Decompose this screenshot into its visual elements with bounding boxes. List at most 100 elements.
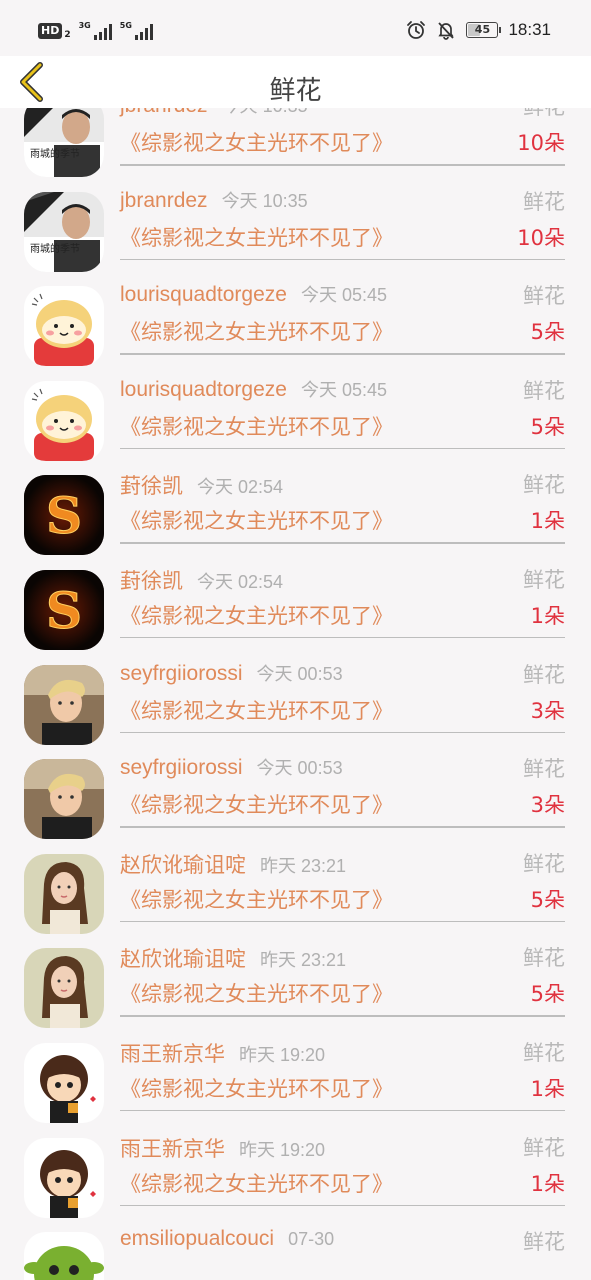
hd-badge: HD (38, 23, 63, 39)
book-title-link[interactable]: 《综影视之女主光环不见了》 (120, 1073, 393, 1103)
record-row[interactable]: 赵欣讹瑜诅啶 昨天 23:21 鲜花 《综影视之女主光环不见了》 5朵 (0, 835, 591, 930)
signal-5g: 5G (120, 22, 153, 40)
username-text: seyfrgiiorossi (120, 661, 243, 685)
flower-count: 1朵 (530, 603, 565, 628)
blond-man-avatar[interactable] (24, 665, 104, 745)
book-title-link[interactable]: 《综影视之女主光环不见了》 (120, 884, 393, 914)
battery-icon: 45 (466, 22, 502, 38)
username-text: seyfrgiiorossi (120, 756, 243, 780)
username[interactable]: seyfrgiiorossi 今天 00:53 (120, 660, 343, 686)
flower-count: 5朵 (530, 414, 565, 439)
row-divider (120, 447, 565, 450)
timestamp: 07-30 (288, 1229, 335, 1250)
flower-count: 5朵 (530, 887, 565, 912)
record-row[interactable]: 葑徐凯 今天 02:54 鲜花 《综影视之女主光环不见了》 1朵 (0, 456, 591, 551)
page-title: 鲜花 (269, 76, 322, 106)
timestamp: 今天 00:53 (256, 663, 343, 684)
timestamp: 昨天 23:21 (260, 855, 347, 876)
green-monster-avatar[interactable] (24, 1232, 104, 1280)
record-row[interactable]: emsiliopualcouci 07-30 鲜花 (0, 1213, 591, 1280)
book-title-link[interactable]: 《综影视之女主光环不见了》 (120, 1168, 393, 1198)
flower-count: 1朵 (530, 1076, 565, 1101)
gift-type-label: 鲜花 (523, 378, 565, 403)
woman-portrait-avatar[interactable] (24, 948, 104, 1028)
record-row[interactable]: lourisquadtorgeze 今天 05:45 鲜花《综影视之女主光环不见了》… (0, 267, 591, 362)
username-text: lourisquadtorgeze (120, 377, 287, 401)
gift-type-label: 鲜花 (523, 1040, 565, 1065)
username-text: 雨王新京华 (120, 1042, 225, 1066)
signal-bars-icon (134, 24, 153, 40)
fire-letter-avatar[interactable] (24, 475, 104, 555)
record-row[interactable]: 雨王新京华 昨天 19:20 鲜花《综影视之女主光环不见了》 1朵 (0, 1024, 591, 1119)
book-title-link[interactable]: 《综影视之女主光环不见了》 (120, 978, 393, 1008)
fire-letter-avatar[interactable] (24, 570, 104, 650)
username[interactable]: 葑徐凯 今天 02:54 (120, 470, 283, 500)
gift-type-label: 鲜花 (523, 757, 565, 782)
clock: 18:31 (508, 20, 551, 39)
record-row[interactable]: jbranrdez 今天 10:35 鲜花《综影视之女主光环不见了》 10朵 (0, 173, 591, 268)
username[interactable]: lourisquadtorgeze 今天 05:45 (120, 281, 387, 307)
username[interactable]: lourisquadtorgeze 今天 05:45 (120, 376, 387, 402)
row-divider (120, 1109, 565, 1112)
blond-man-avatar[interactable] (24, 759, 104, 839)
row-divider (120, 164, 565, 166)
username[interactable]: emsiliopualcouci 07-30 (120, 1227, 334, 1251)
username[interactable]: 赵欣讹瑜诅啶 昨天 23:21 (120, 943, 346, 973)
gift-type-label: 鲜花 (523, 284, 565, 309)
alarm-icon (407, 21, 426, 39)
row-divider (120, 353, 565, 355)
woman-portrait-avatar[interactable] (24, 854, 104, 934)
gift-type-label: 鲜花 (523, 662, 565, 687)
row-divider (120, 1015, 565, 1017)
book-title-link[interactable]: 《综影视之女主光环不见了》 (120, 411, 393, 441)
book-title-link[interactable]: 《综影视之女主光环不见了》 (120, 127, 393, 157)
jbranrdez-avatar[interactable] (24, 108, 104, 177)
cartoon-boy-avatar[interactable] (24, 1138, 104, 1218)
record-row[interactable]: lourisquadtorgeze 今天 05:45 鲜花《综影视之女主光环不见了》… (0, 362, 591, 457)
row-divider (120, 1204, 565, 1207)
record-row[interactable]: seyfrgiiorossi 今天 00:53 鲜花《综影视之女主光环不见了》 3朵 (0, 740, 591, 835)
book-title-link[interactable]: 《综影视之女主光环不见了》 (120, 695, 393, 725)
username[interactable]: 赵欣讹瑜诅啶 昨天 23:21 (120, 849, 346, 879)
network-label-3g: 3G (78, 21, 91, 30)
book-title-link[interactable]: 《综影视之女主光环不见了》 (120, 316, 393, 346)
username[interactable]: 雨王新京华 昨天 19:20 (120, 1038, 325, 1068)
record-row[interactable]: jbranrdez 今天 10:35 鲜花《综影视之女主光环不见了》 10朵 (0, 108, 591, 173)
flower-count: 5朵 (530, 320, 565, 345)
status-left: HD 2 3G 5G (38, 22, 153, 40)
timestamp: 昨天 19:20 (239, 1044, 326, 1065)
cartoon-boy-avatar[interactable] (24, 1043, 104, 1123)
record-row[interactable]: 雨王新京华 昨天 19:20 鲜花《综影视之女主光环不见了》 1朵 (0, 1119, 591, 1214)
username-text: 葑徐凯 (120, 475, 183, 499)
username[interactable]: 葑徐凯 今天 02:54 (120, 565, 283, 595)
username[interactable]: seyfrgiiorossi 今天 00:53 (120, 754, 343, 780)
row-divider (120, 731, 565, 734)
network-label-5g: 5G (119, 21, 132, 30)
gift-type-label: 鲜花 (523, 1230, 565, 1255)
username[interactable]: 雨王新京华 昨天 19:20 (120, 1133, 325, 1163)
flower-count: 10朵 (517, 225, 565, 250)
username[interactable]: jbranrdez 今天 10:35 (120, 108, 308, 118)
cartoon-bun-avatar[interactable] (24, 381, 104, 461)
book-title-link[interactable]: 《综影视之女主光环不见了》 (120, 600, 393, 630)
timestamp: 昨天 23:21 (260, 950, 347, 971)
username-text: jbranrdez (120, 108, 208, 117)
flower-count: 10朵 (517, 131, 565, 155)
username-text: 赵欣讹瑜诅啶 (120, 948, 246, 972)
flower-count: 3朵 (530, 793, 565, 818)
book-title-link[interactable]: 《综影视之女主光环不见了》 (120, 505, 393, 535)
book-title-link[interactable]: 《综影视之女主光环不见了》 (120, 789, 393, 819)
record-row[interactable]: seyfrgiiorossi 今天 00:53 鲜花 《综影视之女主光环不见了》 3朵 (0, 646, 591, 741)
username[interactable]: jbranrdez 今天 10:35 (120, 187, 308, 213)
mute-bell-icon (438, 22, 455, 40)
jbranrdez-avatar[interactable] (24, 192, 104, 272)
flower-record-list[interactable]: jbranrdez今天 10:35鲜花《综影视之女主光环不见了》10朵jbran… (0, 108, 591, 1280)
cartoon-bun-avatar[interactable] (24, 286, 104, 366)
record-row[interactable]: 葑徐凯 今天 02:54 鲜花 《综影视之女主光环不见了》 1朵 (0, 551, 591, 646)
flower-count: 5朵 (530, 982, 565, 1007)
username-text: 雨王新京华 (120, 1137, 225, 1161)
record-row[interactable]: 赵欣讹瑜诅啶 昨天 23:21 鲜花 《综影视之女主光环不见了》 5朵 (0, 929, 591, 1024)
flower-count: 1朵 (530, 1171, 565, 1196)
gift-type-label: 鲜花 (523, 1135, 565, 1160)
book-title-link[interactable]: 《综影视之女主光环不见了》 (120, 222, 393, 252)
